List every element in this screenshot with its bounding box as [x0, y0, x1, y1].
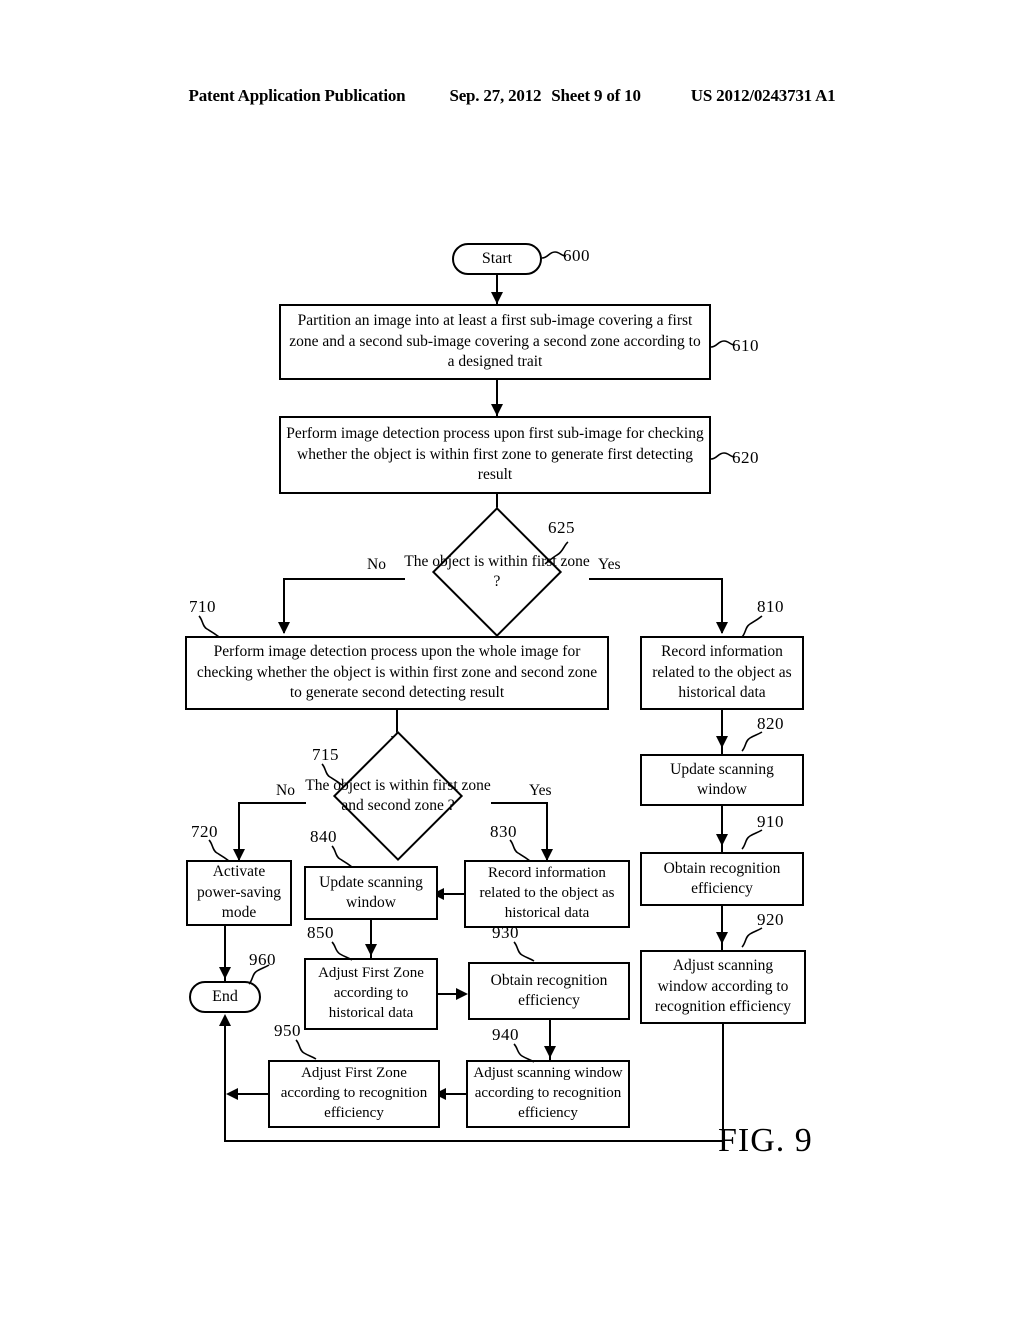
- edge-return-to-end-v: [224, 1024, 226, 1142]
- edge-720-end-arrow: [219, 967, 231, 979]
- node-710: Perform image detection process upon the…: [185, 636, 609, 710]
- node-950-label: Adjust First Zone according to recogniti…: [280, 1065, 428, 1121]
- node-810: Record information related to the object…: [640, 636, 804, 710]
- ref-850: 850: [307, 923, 334, 942]
- branch-625-no: No: [367, 556, 386, 573]
- ref-710: 710: [189, 597, 216, 616]
- ref-715: 715: [312, 745, 339, 764]
- edge-625-no-arrow: [278, 622, 290, 634]
- edge-625-yes-arrow: [716, 622, 728, 634]
- leader-625: [544, 541, 569, 565]
- node-start-600-label: Start: [481, 250, 513, 267]
- ref-940: 940: [492, 1025, 519, 1044]
- node-720: Activate power-saving mode: [186, 860, 292, 926]
- ref-610: 610: [732, 336, 759, 355]
- node-start-600: Start: [452, 243, 542, 275]
- node-920-label: Adjust scanning window according to reco…: [654, 957, 792, 1016]
- node-940-label: Adjust scanning window according to reco…: [473, 1065, 623, 1121]
- edge-625-no-h: [283, 578, 405, 580]
- node-610-label: Partition an image into at least a first…: [289, 312, 701, 371]
- node-end-960-label: End: [212, 988, 238, 1005]
- ref-950: 950: [274, 1021, 301, 1040]
- node-850: Adjust First Zone according to historica…: [304, 958, 438, 1030]
- decision-625: The object is within first zone ?: [404, 506, 590, 638]
- ref-960: 960: [249, 950, 276, 969]
- leader-715: [321, 763, 343, 786]
- node-620: Perform image detection process upon fir…: [279, 416, 711, 494]
- edge-610-620-arrow: [491, 404, 503, 416]
- node-910: Obtain recognition efficiency: [640, 852, 804, 906]
- node-820-label: Update scanning window: [670, 760, 774, 798]
- branch-715-yes: Yes: [529, 782, 552, 799]
- edge-850-930-arrow: [456, 988, 468, 1000]
- ref-830: 830: [490, 822, 517, 841]
- ref-600: 600: [563, 246, 590, 265]
- ref-625: 625: [548, 518, 575, 537]
- node-940: Adjust scanning window according to reco…: [466, 1060, 630, 1128]
- leader-710: [198, 615, 220, 638]
- edge-930-940-arrow: [544, 1046, 556, 1058]
- ref-920: 920: [757, 910, 784, 929]
- ref-720: 720: [191, 822, 218, 841]
- edge-840-850-arrow: [365, 944, 377, 956]
- node-830: Record information related to the object…: [464, 860, 630, 928]
- node-810-label: Record information related to the object…: [652, 643, 792, 702]
- node-610: Partition an image into at least a first…: [279, 304, 711, 380]
- ref-620: 620: [732, 448, 759, 467]
- edge-820-910-arrow: [716, 834, 728, 846]
- leader-930: [513, 941, 535, 962]
- node-920: Adjust scanning window according to reco…: [640, 950, 806, 1024]
- leader-840: [331, 845, 353, 868]
- leader-950: [295, 1039, 317, 1060]
- node-930: Obtain recognition efficiency: [468, 962, 630, 1020]
- edge-return-to-end-arrow: [219, 1014, 231, 1026]
- edge-715-no-h: [238, 802, 306, 804]
- node-820: Update scanning window: [640, 754, 804, 806]
- ref-810: 810: [757, 597, 784, 616]
- decision-715-shape: [332, 730, 464, 862]
- leader-850: [331, 941, 353, 961]
- node-720-label: Activate power-saving mode: [196, 863, 282, 922]
- node-830-label: Record information related to the object…: [479, 865, 615, 921]
- node-950: Adjust First Zone according to recogniti…: [268, 1060, 440, 1128]
- node-620-label: Perform image detection process upon fir…: [286, 425, 704, 484]
- node-840-label: Update scanning window: [319, 873, 423, 911]
- node-710-label: Perform image detection process upon the…: [196, 643, 598, 702]
- branch-625-yes: Yes: [598, 556, 621, 573]
- edge-850-930-h: [438, 993, 458, 995]
- edge-return-bus-h: [224, 1140, 724, 1142]
- node-850-label: Adjust First Zone according to historica…: [318, 965, 424, 1021]
- ref-930: 930: [492, 923, 519, 942]
- leader-810: [741, 615, 763, 638]
- ref-910: 910: [757, 812, 784, 831]
- edge-600-610-arrow: [491, 292, 503, 304]
- node-840: Update scanning window: [304, 866, 438, 920]
- edge-810-820-arrow: [716, 736, 728, 748]
- edge-625-yes-h: [589, 578, 723, 580]
- flowchart-figure: Start 600 Partition an image into at lea…: [0, 0, 1024, 1320]
- node-910-label: Obtain recognition efficiency: [663, 859, 781, 897]
- figure-caption: FIG. 9: [718, 1122, 813, 1159]
- decision-625-shape: [431, 506, 563, 638]
- node-930-label: Obtain recognition efficiency: [490, 971, 608, 1009]
- ref-840: 840: [310, 827, 337, 846]
- edge-715-yes-h: [491, 802, 548, 804]
- ref-820: 820: [757, 714, 784, 733]
- leader-940: [513, 1043, 535, 1063]
- edge-910-920-arrow: [716, 932, 728, 944]
- edge-950-end-arrow: [226, 1088, 238, 1100]
- branch-715-no: No: [276, 782, 295, 799]
